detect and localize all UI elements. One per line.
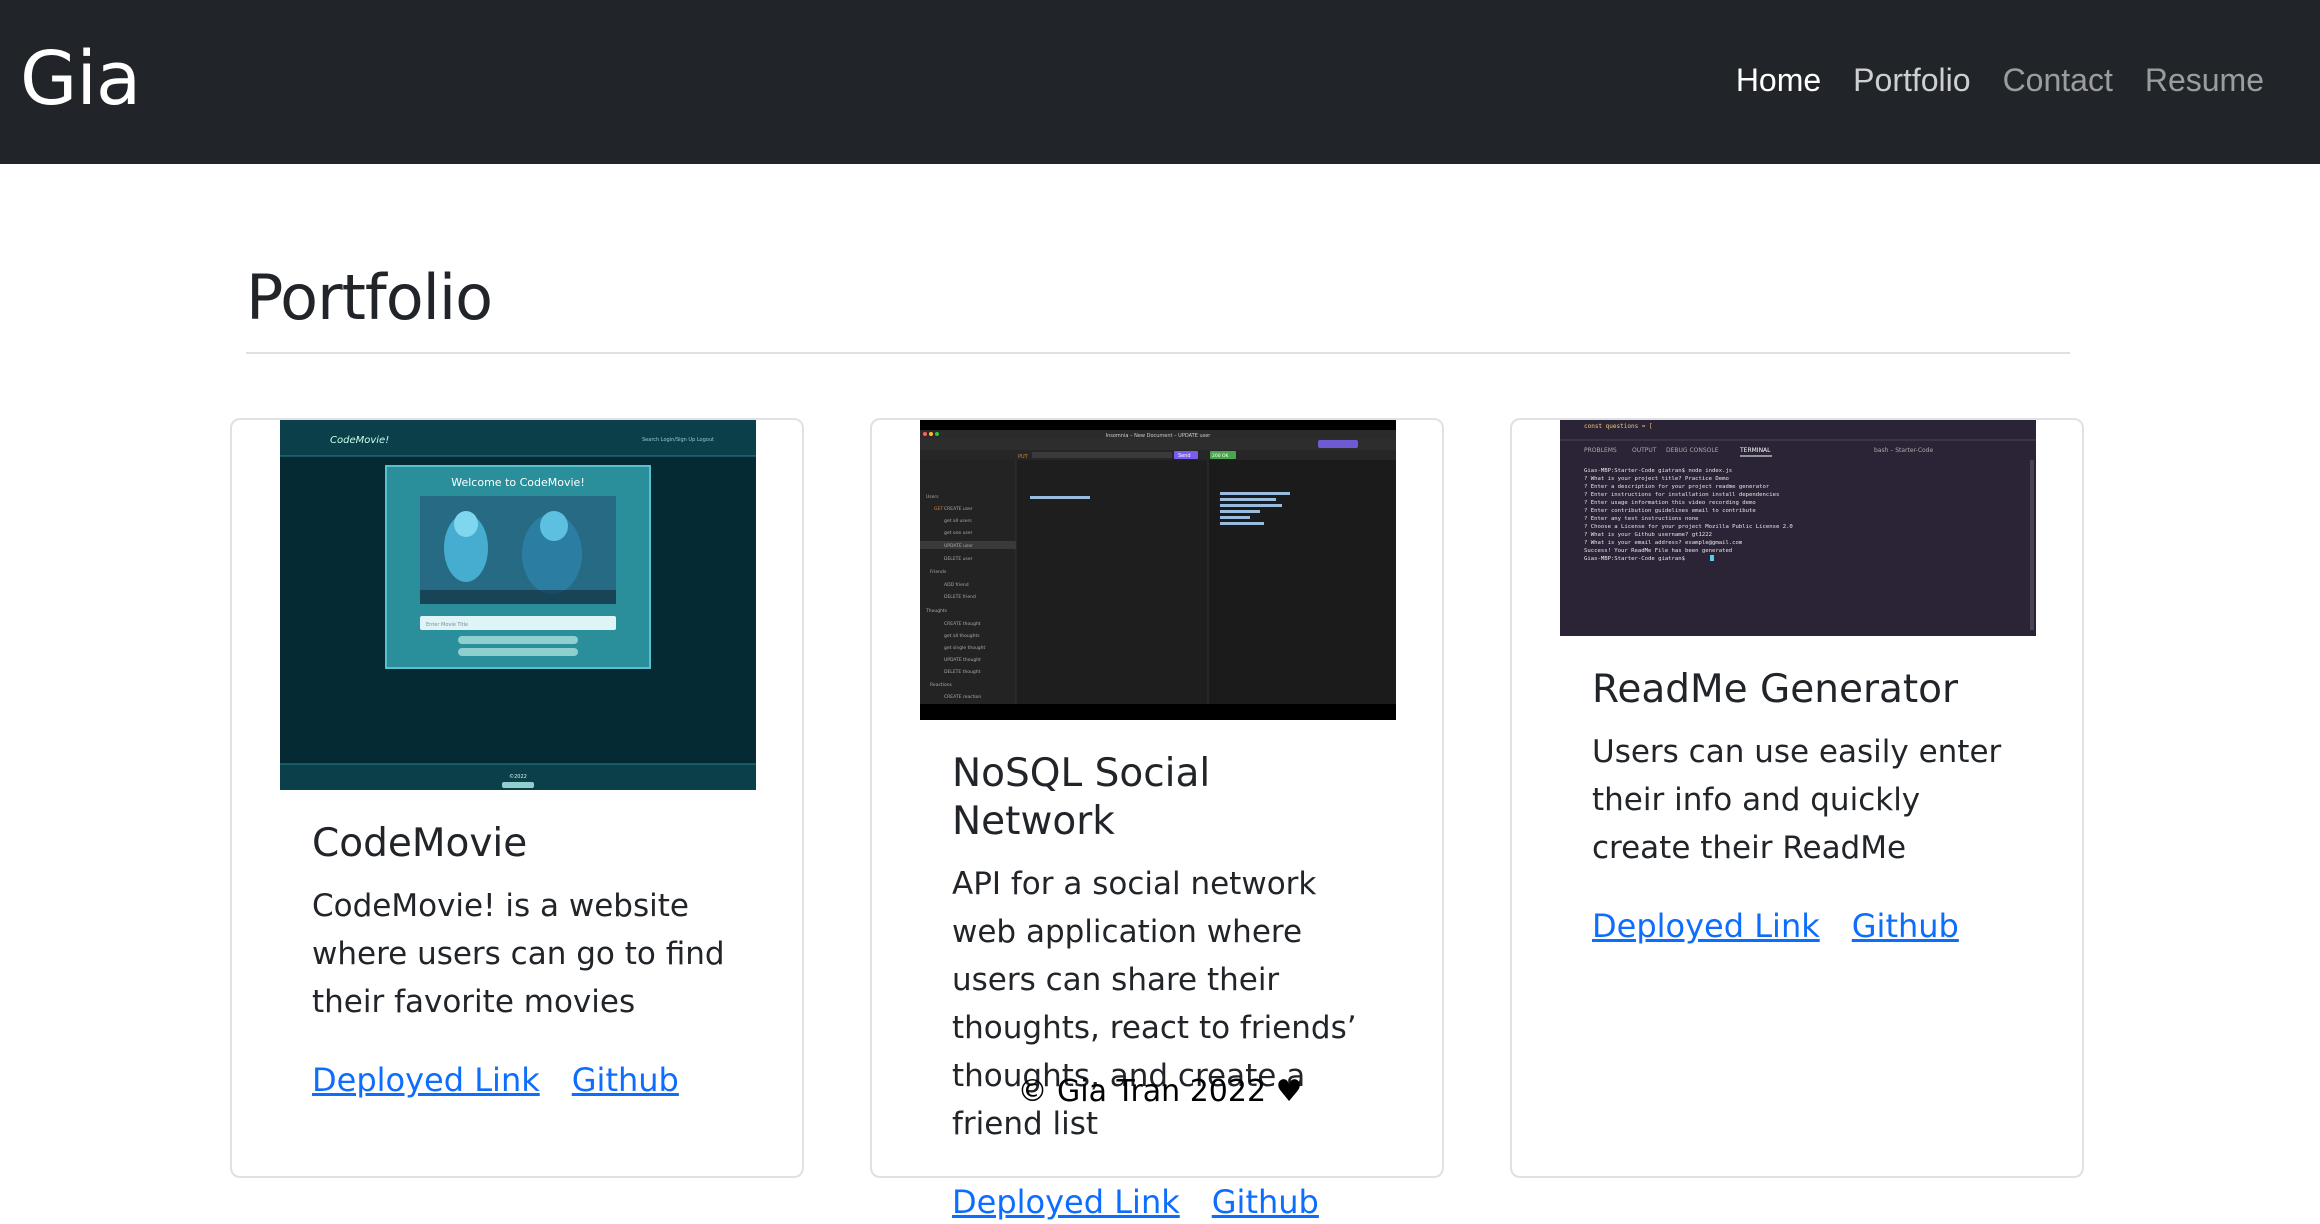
terminal-line: Gias-MBP:Starter-Code giatran$	[1584, 556, 1686, 562]
sidebar-row: GET	[934, 506, 943, 512]
nav-links: Home Portfolio Contact Resume	[1720, 56, 2280, 104]
card-body: CodeMovie CodeMovie! is a website where …	[312, 820, 732, 1102]
terminal-tab: PROBLEMS	[1584, 447, 1617, 454]
navbar: Gia Home Portfolio Contact Resume	[0, 0, 2320, 164]
card-links: Deployed Link Github	[952, 1180, 1372, 1224]
sidebar-row: UPDATE thought	[944, 657, 981, 663]
sidebar-row: get one user	[944, 530, 973, 536]
nav-link-contact[interactable]: Contact	[1987, 56, 2129, 104]
card-title: ReadMe Generator	[1592, 667, 1959, 712]
card-title: CodeMovie	[312, 821, 528, 866]
nav-link-portfolio[interactable]: Portfolio	[1837, 56, 1986, 104]
nav-link-resume[interactable]: Resume	[2129, 56, 2280, 104]
project-screenshot-readme: const questions = [ PROBLEMS OUTPUT DEBU…	[1560, 420, 2036, 636]
terminal-line: ? What is your Github username? gt1222	[1584, 532, 1712, 538]
deployed-link[interactable]: Deployed Link	[1592, 904, 1820, 948]
terminal-line: ? Enter any test instructions none	[1584, 516, 1699, 522]
screenshot-footer: ©2022	[509, 773, 527, 780]
terminal-line: ? Choose a License for your project Mozi…	[1584, 524, 1793, 530]
card-body: ReadMe Generator Users can use easily en…	[1592, 666, 2012, 948]
terminal-line: ? What is your email address? example@gm…	[1584, 540, 1743, 546]
screenshot-welcome: Welcome to CodeMovie!	[451, 476, 584, 489]
card-body: NoSQL Social Network API for a social ne…	[952, 750, 1372, 1224]
terminal-line: const questions = [	[1584, 423, 1653, 430]
terminal-line: ? Enter instructions for installation in…	[1584, 492, 1779, 498]
project-card-readme: const questions = [ PROBLEMS OUTPUT DEBU…	[1510, 418, 2084, 1178]
terminal-shell: bash – Starter-Code	[1874, 447, 1933, 454]
deployed-link[interactable]: Deployed Link	[952, 1180, 1180, 1224]
sidebar-row: DELETE thought	[944, 669, 981, 675]
project-card-nosql: Insomnia – New Document – UPDATE user PU…	[870, 418, 1444, 1221]
title-divider	[246, 352, 2070, 354]
card-title: NoSQL Social Network	[952, 751, 1211, 844]
sidebar-row: UPDATE user	[944, 543, 973, 549]
screenshot-brand: CodeMovie!	[330, 435, 389, 446]
sidebar-row: get all thoughts	[944, 633, 980, 639]
page-title: Portfolio	[246, 261, 493, 334]
github-link[interactable]: Github	[1212, 1180, 1319, 1224]
terminal-line: Gias-MBP:Starter-Code giatran$ node inde…	[1584, 468, 1732, 474]
sidebar-row: CREATE user	[944, 506, 973, 512]
sidebar-row: Reactions	[930, 682, 953, 688]
footer-copyright: © Gia Tran 2022 ♥	[1017, 1074, 1303, 1109]
terminal-line: ? Enter a description for your project r…	[1584, 484, 1770, 490]
project-screenshot-nosql: Insomnia – New Document – UPDATE user PU…	[920, 420, 1396, 720]
github-link[interactable]: Github	[1852, 904, 1959, 948]
card-text: Users can use easily enter their info an…	[1592, 734, 2002, 866]
sidebar-row: Friends	[930, 569, 947, 575]
brand-logo[interactable]: Gia	[20, 34, 141, 124]
terminal-line: ? What is your project title? Practice D…	[1584, 476, 1729, 482]
sidebar-row: Thoughts	[925, 608, 948, 614]
card-links: Deployed Link Github	[1592, 904, 2012, 948]
card-text: CodeMovie! is a website where users can …	[312, 888, 725, 1020]
terminal-line: ? Enter contribution guidelines email to…	[1584, 508, 1756, 514]
screenshot-send: Send	[1178, 453, 1191, 459]
sidebar-row: DELETE user	[944, 556, 973, 562]
terminal-tab: TERMINAL	[1739, 447, 1771, 454]
project-card-codemovie: CodeMovie! Search Login/Sign Up Logout W…	[230, 418, 804, 1178]
terminal-tab: OUTPUT	[1632, 447, 1657, 454]
nav-link-home[interactable]: Home	[1720, 56, 1837, 104]
sidebar-row: Users	[926, 494, 939, 500]
screenshot-nav: Search Login/Sign Up Logout	[642, 437, 714, 443]
screenshot-search-placeholder: Enter Movie Title	[426, 622, 468, 628]
terminal-tab: DEBUG CONSOLE	[1666, 447, 1719, 454]
sidebar-row: CREATE thought	[944, 621, 981, 627]
sidebar-row: DELETE friend	[944, 594, 976, 600]
sidebar-row: get single thought	[944, 645, 986, 651]
screenshot-method: PUT	[1018, 454, 1029, 460]
sidebar-row: ADD friend	[944, 582, 969, 588]
sidebar-row: CREATE reaction	[944, 694, 981, 700]
terminal-line: Success! Your ReadMe File has been gener…	[1584, 548, 1732, 554]
sidebar-row: get all users	[944, 518, 972, 524]
terminal-line: ? Enter usage information this video rec…	[1584, 500, 1756, 506]
screenshot-status: 200 OK	[1212, 453, 1230, 459]
project-screenshot-codemovie: CodeMovie! Search Login/Sign Up Logout W…	[280, 420, 756, 790]
